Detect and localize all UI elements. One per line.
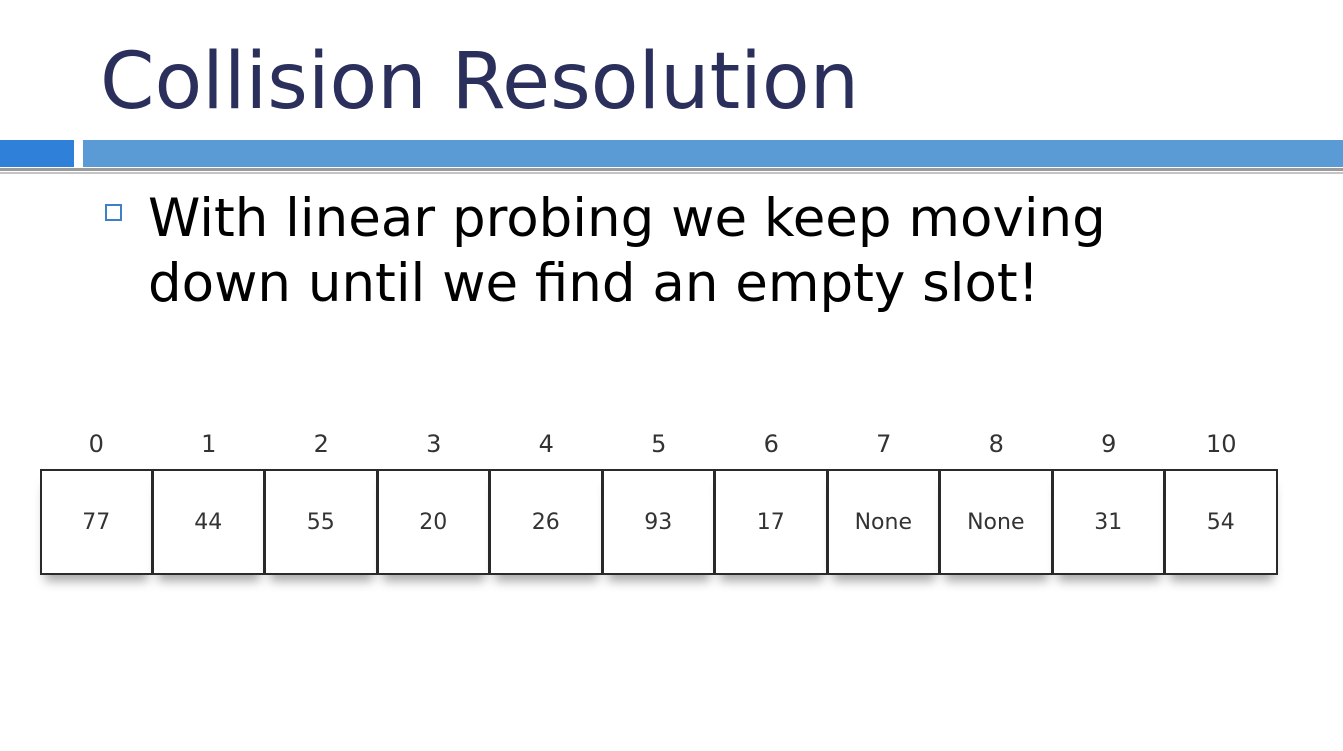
- slot-value: 17: [715, 469, 828, 575]
- slot-value: 54: [1165, 469, 1278, 575]
- hash-slot-6: 6 17: [715, 430, 828, 590]
- slot-value: 44: [152, 469, 266, 575]
- divider-line: [0, 168, 1343, 171]
- slot-index: 1: [201, 430, 217, 458]
- slot-index: 0: [88, 430, 104, 458]
- hash-slot-3: 3 20: [377, 430, 491, 590]
- hash-slot-0: 0 77: [40, 430, 153, 590]
- slot-index: 4: [538, 430, 554, 458]
- slot-value: 31: [1052, 469, 1166, 575]
- slot-value: 77: [40, 469, 153, 575]
- slot-index: 3: [426, 430, 442, 458]
- slot-value: None: [940, 469, 1053, 575]
- slot-index: 2: [313, 430, 329, 458]
- accent-bar-left: [0, 140, 74, 167]
- hash-slot-1: 1 44: [152, 430, 266, 590]
- hash-slot-9: 9 31: [1052, 430, 1166, 590]
- slot-index: 5: [651, 430, 667, 458]
- square-bullet-icon: [105, 204, 122, 221]
- slot-value: 26: [490, 469, 603, 575]
- slot-index: 7: [876, 430, 892, 458]
- hash-slot-7: 7 None: [827, 430, 941, 590]
- slot-index: 6: [763, 430, 779, 458]
- slide-title: Collision Resolution: [100, 37, 860, 127]
- hash-slot-5: 5 93: [602, 430, 716, 590]
- hash-table: 0 77 1 44 2 55 3 20 4 26 5 93 6 17 7 Non…: [40, 430, 1278, 590]
- accent-bar-right: [83, 140, 1343, 167]
- hash-slot-10: 10 54: [1165, 430, 1278, 590]
- slot-value: None: [827, 469, 941, 575]
- divider-line-shadow: [0, 172, 1343, 174]
- slot-value: 93: [602, 469, 716, 575]
- hash-slot-4: 4 26: [490, 430, 603, 590]
- slot-index: 10: [1206, 430, 1237, 458]
- slot-value: 55: [265, 469, 378, 575]
- slot-value: 20: [377, 469, 491, 575]
- slot-index: 8: [988, 430, 1004, 458]
- slot-index: 9: [1101, 430, 1117, 458]
- hash-slot-2: 2 55: [265, 430, 378, 590]
- hash-slot-8: 8 None: [940, 430, 1053, 590]
- bullet-text: With linear probing we keep moving down …: [148, 188, 1106, 314]
